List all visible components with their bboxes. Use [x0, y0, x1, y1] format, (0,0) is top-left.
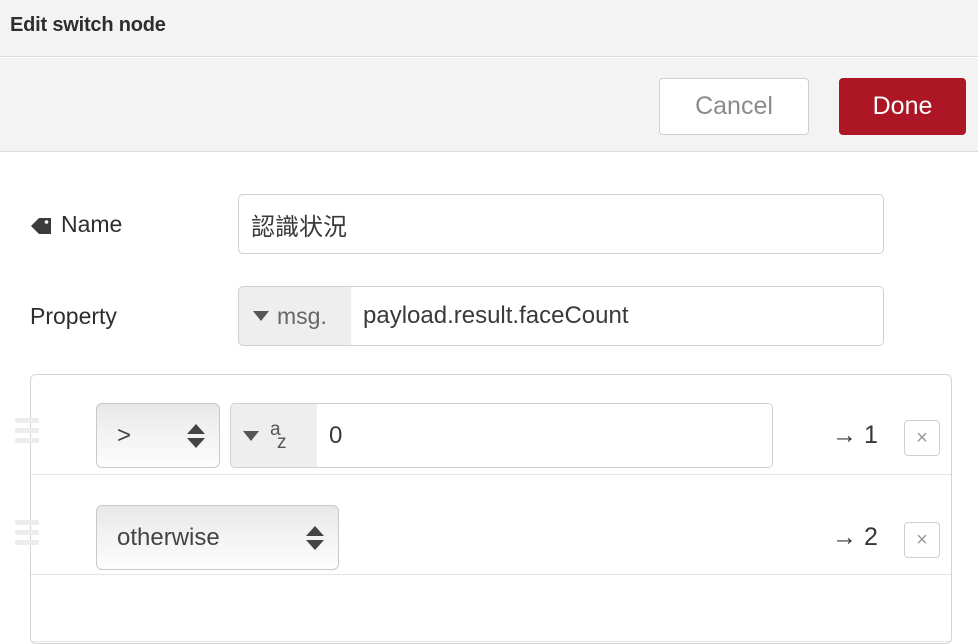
rule-delete-button-1[interactable]: ×: [904, 420, 940, 456]
rule-value-typed-input-1[interactable]: az 0: [230, 403, 773, 468]
handle-bar: [15, 418, 39, 423]
rule-output-2: → 2: [832, 523, 878, 551]
az-string-icon: az: [270, 418, 287, 453]
name-label-text: Name: [61, 210, 123, 237]
handle-bar: [15, 428, 39, 433]
name-input[interactable]: 認識状況: [238, 194, 884, 254]
handle-bar: [15, 540, 39, 545]
name-label-group: Name: [30, 194, 122, 254]
dialog-header: Edit switch node: [0, 0, 978, 57]
drag-handle-icon[interactable]: [15, 520, 39, 550]
tag-icon: [30, 215, 52, 235]
rule-value-input-1[interactable]: 0: [317, 404, 772, 467]
rule-value-type-selector-1[interactable]: az: [231, 404, 317, 467]
spinner-icon: [187, 423, 205, 448]
drag-handle-icon[interactable]: [15, 418, 39, 448]
cancel-button[interactable]: Cancel: [659, 78, 809, 135]
property-value-input[interactable]: payload.result.faceCount: [351, 287, 883, 345]
chevron-down-icon: [253, 311, 269, 321]
name-row: Name 認識状況: [0, 194, 978, 254]
property-type-selector[interactable]: msg.: [239, 287, 351, 345]
property-label: Property: [30, 302, 117, 329]
rule-operator-select-1[interactable]: >: [96, 403, 220, 468]
property-row: Property msg. payload.result.faceCount: [0, 286, 978, 346]
done-button[interactable]: Done: [839, 78, 966, 135]
spinner-icon: [306, 525, 324, 550]
rule-delete-button-2[interactable]: ×: [904, 522, 940, 558]
handle-bar: [15, 520, 39, 525]
page-title: Edit switch node: [10, 14, 166, 36]
handle-bar: [15, 438, 39, 443]
rule-row: [31, 575, 951, 642]
chevron-down-icon: [243, 430, 259, 441]
rule-operator-value-1: >: [117, 421, 132, 449]
dialog-toolbar: Cancel Done: [0, 58, 978, 152]
rule-operator-select-2[interactable]: otherwise: [96, 505, 339, 570]
property-type-label: msg.: [277, 302, 327, 329]
property-typed-input[interactable]: msg. payload.result.faceCount: [238, 286, 884, 346]
rule-output-1: → 1: [832, 421, 878, 449]
rule-operator-value-2: otherwise: [117, 523, 220, 551]
handle-bar: [15, 530, 39, 535]
